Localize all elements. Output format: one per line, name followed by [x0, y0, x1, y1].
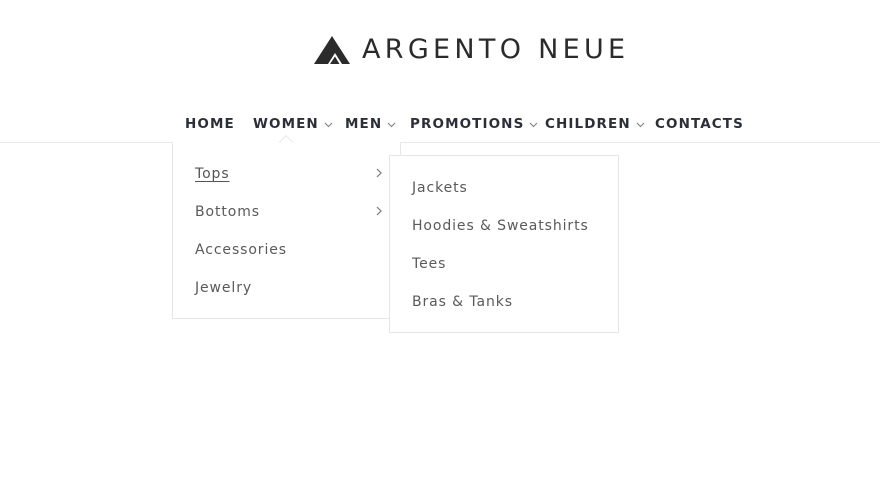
nav-item-label: CONTACTS	[655, 116, 744, 132]
chevron-down-icon	[387, 122, 396, 127]
women-dropdown-menu: Tops Bottoms Accessories Jewelry	[172, 142, 401, 319]
nav-item-contacts[interactable]: CONTACTS	[655, 115, 744, 133]
menu-item-bottoms[interactable]: Bottoms	[195, 203, 260, 221]
triangle-mountain-logo-icon	[314, 36, 350, 64]
chevron-down-icon	[324, 122, 333, 127]
nav-item-women[interactable]: WOMEN	[253, 115, 333, 133]
menu-item-tops[interactable]: Tops	[195, 165, 230, 183]
submenu-item-bras-tanks[interactable]: Bras & Tanks	[412, 293, 513, 311]
chevron-down-icon	[529, 122, 538, 127]
nav-item-label: HOME	[185, 116, 235, 132]
nav-item-label: CHILDREN	[545, 116, 631, 132]
tops-submenu: Jackets Hoodies & Sweatshirts Tees Bras …	[389, 155, 619, 333]
nav-item-children[interactable]: CHILDREN	[545, 115, 645, 133]
nav-item-promotions[interactable]: PROMOTIONS	[410, 115, 538, 133]
chevron-right-icon	[376, 168, 382, 178]
chevron-down-icon	[636, 122, 645, 127]
nav-item-label: WOMEN	[253, 116, 319, 132]
brand-logo[interactable]: ARGENTO NEUE	[313, 34, 629, 66]
main-navigation: HOME WOMEN MEN PROMOTIONS CHILDREN CONTA…	[0, 104, 880, 143]
submenu-item-jackets[interactable]: Jackets	[412, 179, 468, 197]
menu-item-jewelry[interactable]: Jewelry	[195, 279, 252, 297]
brand-name: ARGENTO NEUE	[362, 34, 630, 65]
chevron-right-icon	[376, 206, 382, 216]
submenu-item-tees[interactable]: Tees	[412, 255, 446, 273]
page: ARGENTO NEUE HOME WOMEN MEN PROMOTIONS C…	[0, 0, 880, 490]
nav-item-men[interactable]: MEN	[345, 115, 396, 133]
nav-item-label: MEN	[345, 116, 383, 132]
submenu-item-hoodies-sweatshirts[interactable]: Hoodies & Sweatshirts	[412, 217, 589, 235]
menu-item-accessories[interactable]: Accessories	[195, 241, 287, 259]
nav-item-label: PROMOTIONS	[410, 116, 525, 132]
nav-item-home[interactable]: HOME	[185, 115, 235, 133]
